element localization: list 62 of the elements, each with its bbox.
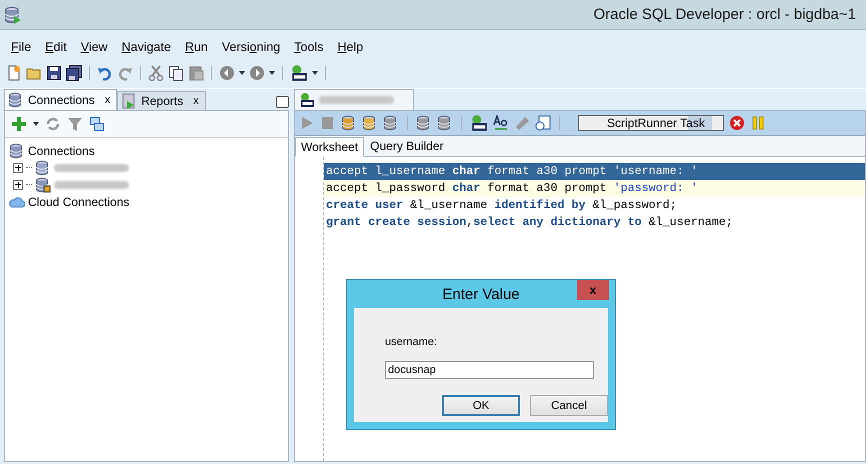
menu-item[interactable]: Versioning [214,40,288,54]
expand-toggle[interactable] [13,162,23,172]
copy-icon[interactable] [168,65,184,81]
menu-item[interactable]: Edit [38,40,74,54]
task-indicator: ScriptRunner Task [578,115,724,131]
app-icon[interactable] [4,6,22,24]
menu-item[interactable]: Run [178,40,215,54]
autotrace-icon[interactable] [341,115,357,131]
refresh-icon[interactable] [45,116,61,132]
sql-worksheet-icon[interactable] [290,64,308,82]
paste-icon[interactable] [188,65,204,81]
explain-plan-icon[interactable] [362,115,378,131]
worksheet-tab[interactable]: Query Builder [364,136,450,156]
dialog-button[interactable]: OK [442,395,520,416]
sql-icon[interactable] [299,92,315,108]
connections-icon[interactable] [9,142,25,158]
dialog-title: Enter Value [442,286,520,302]
filter-icon[interactable] [67,116,83,132]
menu-item[interactable]: View [74,40,115,54]
caret-icon[interactable] [239,71,245,75]
menu-item[interactable]: File [4,40,38,54]
close-icon[interactable]: x [193,95,199,107]
tree-item[interactable]: Cloud Connections [28,194,130,208]
minimize-button[interactable] [276,96,289,108]
schema-browser-icon[interactable] [89,116,105,132]
close-button[interactable]: x [577,280,609,300]
history-icon[interactable] [535,115,551,131]
tree-item[interactable]: Connections [28,144,95,158]
editor-tab[interactable] [294,89,414,110]
cancel-icon[interactable] [729,115,745,131]
worksheet-tab[interactable]: Worksheet [295,137,364,157]
panel-tab[interactable]: Connections x [4,89,118,110]
menu-item[interactable]: Help [330,40,370,54]
add-icon[interactable] [11,116,27,132]
database-icon[interactable] [35,176,51,192]
expand-toggle[interactable] [13,180,23,190]
database-icon[interactable] [35,160,51,176]
menu-item[interactable]: Tools [287,40,330,54]
save-icon[interactable] [46,65,62,81]
code-line: create user &l_username identified by &l_password; [325,197,678,214]
connections-icon[interactable] [8,92,24,108]
new-file-icon[interactable] [6,65,22,81]
panel-tab[interactable]: Reports x [117,91,206,110]
code-line: grant create session,select any dictionary to &l_username; [325,214,734,231]
caret-icon[interactable] [312,71,318,75]
window-title: Oracle SQL Developer : orcl - bigdba~1 [594,6,856,23]
cut-icon[interactable] [148,65,164,81]
caret-icon[interactable] [33,122,39,126]
dialog-button[interactable]: Cancel [530,395,608,416]
format-icon[interactable] [493,115,509,131]
sql-icon[interactable] [470,114,488,132]
commit-icon[interactable] [416,115,432,131]
save-all-icon[interactable] [66,65,82,81]
field-label: username: [385,336,438,348]
input-field[interactable]: docusnap [385,361,594,379]
reports-icon[interactable] [121,93,138,109]
caret-icon[interactable] [269,71,275,75]
undo-icon[interactable] [97,65,113,81]
tuning-icon[interactable] [383,115,399,131]
close-icon[interactable]: x [104,94,110,106]
rollback-icon[interactable] [437,115,453,131]
menu-item[interactable]: Navigate [114,40,178,54]
